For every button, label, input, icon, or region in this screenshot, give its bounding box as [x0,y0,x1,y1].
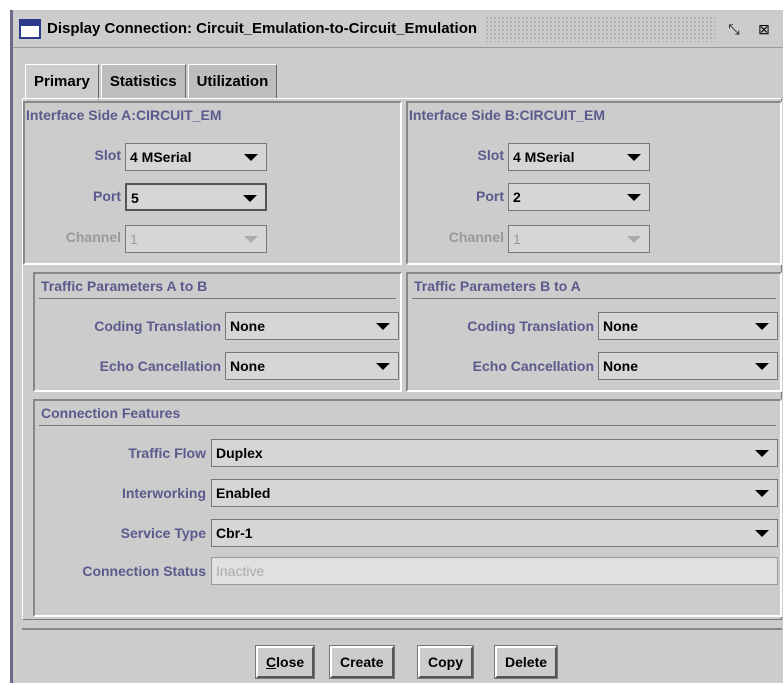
service-type-select[interactable]: Cbr-1 [211,519,778,547]
section-divider [39,298,396,299]
port-a-value: 5 [131,190,139,206]
chevron-down-icon [755,490,769,497]
echo-cancellation-ba-label: Echo Cancellation [472,358,594,374]
window-icon [19,18,41,39]
chevron-down-icon [755,450,769,457]
port-b-label: Port [476,188,504,204]
coding-translation-ba-label: Coding Translation [467,318,594,334]
slot-a-value: 4 MSerial [130,149,192,165]
slot-a-select[interactable]: 4 MSerial [125,143,267,171]
connection-status-field: Inactive [211,557,778,585]
traffic-flow-label: Traffic Flow [128,445,206,461]
service-type-label: Service Type [120,525,206,541]
connection-status-label: Connection Status [82,563,206,579]
coding-translation-ba-select[interactable]: None [598,312,778,340]
traffic-flow-value: Duplex [216,445,263,461]
connection-features-title: Connection Features [41,405,181,421]
section-divider [39,425,776,426]
port-b-value: 2 [513,189,521,205]
chevron-down-icon [755,530,769,537]
interface-side-a-panel: Interface Side A:CIRCUIT_EM Slot 4 MSeri… [23,101,402,265]
close-button[interactable]: Close [254,645,316,679]
channel-b-select: 1 [508,225,650,253]
delete-button[interactable]: Delete [493,645,559,679]
button-bar: Close Create Copy Delete [22,628,782,683]
close-icon[interactable]: ⊠ [753,18,775,40]
channel-b-label: Channel [448,229,504,245]
chevron-down-icon [376,363,390,370]
slot-b-value: 4 MSerial [513,149,575,165]
echo-cancellation-ba-value: None [603,358,638,374]
chevron-down-icon [627,154,641,161]
traffic-a-to-b-title: Traffic Parameters A to B [41,278,208,294]
connection-features-panel: Connection Features Traffic Flow Duplex … [33,399,782,617]
title-bar-grip[interactable] [485,15,715,42]
section-divider [412,298,776,299]
close-mnemonic: C [266,654,277,670]
slot-b-select[interactable]: 4 MSerial [508,143,650,171]
tab-statistics[interactable]: Statistics [100,64,186,98]
interworking-value: Enabled [216,485,271,501]
tab-strip: Primary Statistics Utilization [25,64,279,100]
close-label: lose [276,654,305,670]
port-a-select[interactable]: 5 [125,183,267,211]
window-title: Display Connection: Circuit_Emulation-to… [47,20,478,37]
slot-b-label: Slot [477,147,504,163]
title-bar[interactable]: Display Connection: Circuit_Emulation-to… [13,10,783,48]
interworking-select[interactable]: Enabled [211,479,778,507]
channel-a-value: 1 [130,231,138,247]
interface-side-a-title: Interface Side A:CIRCUIT_EM [26,107,222,123]
echo-cancellation-ba-select[interactable]: None [598,352,778,380]
echo-cancellation-ab-label: Echo Cancellation [99,358,221,374]
chevron-down-icon [755,363,769,370]
chevron-down-icon [627,194,641,201]
traffic-a-to-b-panel: Traffic Parameters A to B Coding Transla… [33,272,402,392]
restore-icon[interactable]: ⤡ [723,18,745,40]
channel-b-value: 1 [513,231,521,247]
chevron-down-icon [755,323,769,330]
interworking-label: Interworking [121,485,206,501]
chevron-down-icon [376,323,390,330]
coding-translation-ab-value: None [230,318,265,334]
copy-button[interactable]: Copy [417,645,474,679]
chevron-down-icon [244,236,258,243]
chevron-down-icon [244,154,258,161]
create-button[interactable]: Create [329,645,395,679]
interface-side-b-title: Interface Side B:CIRCUIT_EM [409,107,606,123]
coding-translation-ab-label: Coding Translation [94,318,221,334]
port-a-label: Port [93,188,121,204]
service-type-value: Cbr-1 [216,525,253,541]
traffic-flow-select[interactable]: Duplex [211,439,778,467]
primary-tab-content: Interface Side A:CIRCUIT_EM Slot 4 MSeri… [22,98,782,620]
slot-a-label: Slot [94,147,121,163]
traffic-b-to-a-panel: Traffic Parameters B to A Coding Transla… [406,272,782,392]
port-b-select[interactable]: 2 [508,183,650,211]
channel-a-select: 1 [125,225,267,253]
interface-side-b-panel: Interface Side B:CIRCUIT_EM Slot 4 MSeri… [406,101,782,265]
tab-primary[interactable]: Primary [25,64,99,100]
chevron-down-icon [627,236,641,243]
channel-a-label: Channel [65,229,121,245]
traffic-b-to-a-title: Traffic Parameters B to A [414,278,581,294]
display-connection-window: Display Connection: Circuit_Emulation-to… [10,10,783,683]
echo-cancellation-ab-value: None [230,358,265,374]
tab-utilization[interactable]: Utilization [187,64,278,98]
chevron-down-icon [243,195,257,202]
coding-translation-ab-select[interactable]: None [225,312,399,340]
coding-translation-ba-value: None [603,318,638,334]
echo-cancellation-ab-select[interactable]: None [225,352,399,380]
